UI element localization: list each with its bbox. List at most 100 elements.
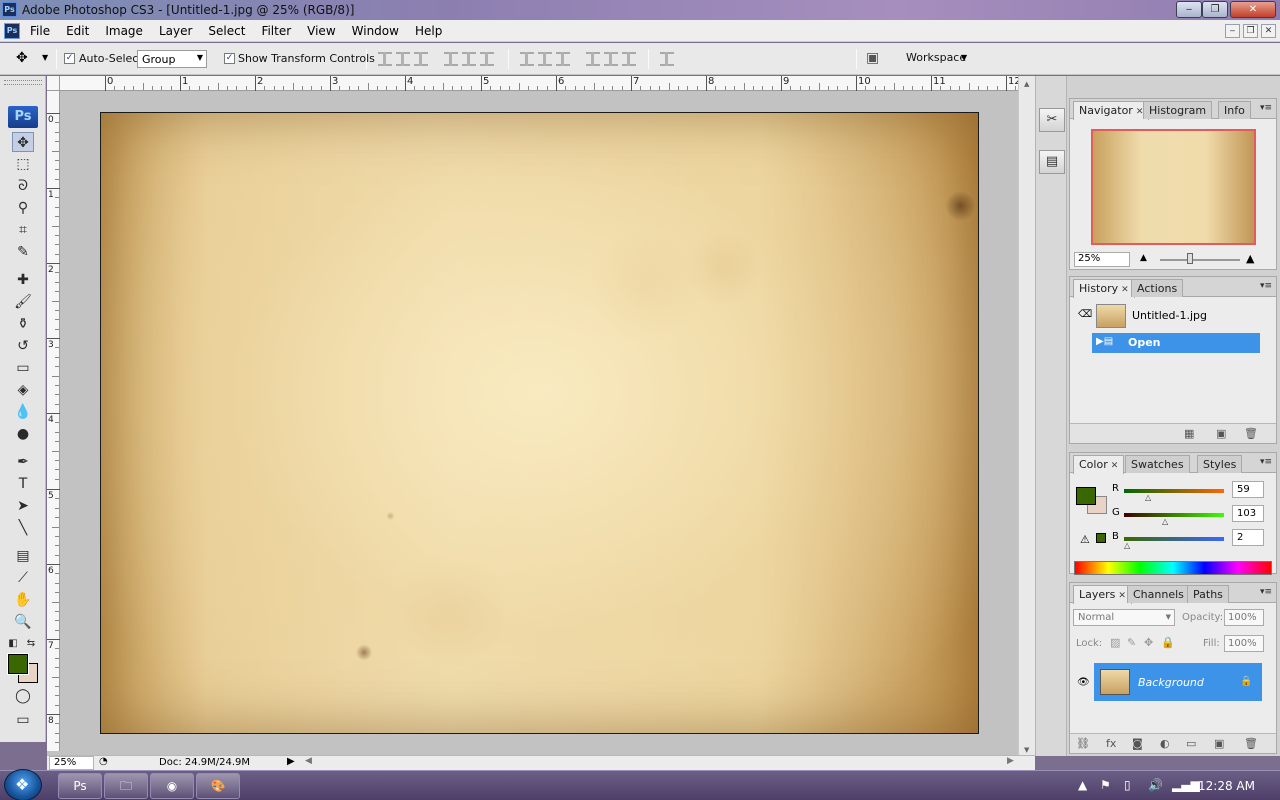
tab-navigator[interactable]: Navigator ✕	[1073, 101, 1150, 120]
tool-preset-picker[interactable]: ✥ ▼	[8, 49, 50, 69]
notes-tool-icon[interactable]: ▤	[12, 546, 34, 566]
minimize-button[interactable]: ‒	[1176, 1, 1202, 18]
slice-tool-icon[interactable]: ✎	[12, 242, 34, 262]
opacity-field[interactable]: 100%	[1224, 609, 1264, 626]
red-gradient[interactable]	[1124, 489, 1224, 493]
tab-actions[interactable]: Actions	[1131, 279, 1184, 297]
history-brush-tool-icon[interactable]: ↺	[12, 336, 34, 356]
blur-tool-icon[interactable]: 💧	[12, 402, 34, 422]
trash-icon[interactable]: 🗑	[1244, 737, 1258, 750]
tab-info[interactable]: Info	[1218, 101, 1251, 119]
status-menu-arrow[interactable]: ▶	[287, 756, 295, 767]
menu-layer[interactable]: Layer	[159, 24, 199, 38]
history-state-open[interactable]: ▶▤ Open	[1092, 333, 1260, 353]
trash-icon[interactable]: 🗑	[1244, 427, 1258, 440]
panel-menu-icon[interactable]: ▾≡	[1260, 103, 1272, 113]
navigator-zoom-field[interactable]: 25%	[1074, 252, 1130, 267]
pen-tool-icon[interactable]: ✒	[12, 452, 34, 472]
restore-button[interactable]: ❐	[1202, 1, 1228, 18]
bridge-icon[interactable]: ▣	[866, 50, 879, 66]
tab-layers[interactable]: Layers ✕	[1073, 585, 1132, 604]
brushes-panel-icon[interactable]: ▤	[1039, 150, 1065, 174]
green-value-field[interactable]: 103	[1232, 505, 1264, 522]
menu-edit[interactable]: Edit	[66, 24, 96, 38]
layer-row-background[interactable]: 👁 Background 🔒	[1072, 663, 1262, 701]
horizontal-ruler[interactable]: 0 1 2 3 4 5 6 7 8 9 10 11 12	[60, 76, 1021, 91]
align-top-icon[interactable]	[378, 52, 392, 66]
scroll-down-icon[interactable]: ▼	[1024, 746, 1029, 754]
distribute-vcenter-icon[interactable]	[538, 52, 552, 66]
distribute-hcenter-icon[interactable]	[604, 52, 618, 66]
scroll-right-icon[interactable]: ▶	[1007, 756, 1014, 766]
zoom-tool-icon[interactable]: 🔍	[12, 612, 34, 632]
menu-select[interactable]: Select	[208, 24, 252, 38]
dodge-tool-icon[interactable]: ●	[12, 424, 34, 444]
scroll-up-icon[interactable]: ▲	[1024, 80, 1029, 88]
action-center-icon[interactable]: ⚑	[1100, 778, 1111, 792]
scroll-left-icon[interactable]: ◀	[305, 756, 312, 766]
layer-style-icon[interactable]: fx	[1106, 737, 1116, 750]
align-vcenter-icon[interactable]	[396, 52, 410, 66]
eye-icon[interactable]: 👁	[1077, 677, 1090, 688]
show-hidden-icons[interactable]: ▲	[1078, 778, 1087, 792]
taskbar-explorer[interactable]: 🗀	[104, 773, 148, 799]
tab-paths[interactable]: Paths	[1187, 585, 1229, 603]
tab-channels[interactable]: Channels	[1127, 585, 1190, 603]
lock-image-icon[interactable]: ✎	[1127, 636, 1136, 649]
vertical-ruler[interactable]: 0 1 2 3 4 5 6 7 8	[47, 91, 60, 751]
new-snapshot-icon[interactable]: ▣	[1216, 427, 1226, 440]
power-icon[interactable]: ▯	[1124, 778, 1131, 792]
eyedropper-tool-icon[interactable]: ⟋	[12, 568, 34, 588]
menu-view[interactable]: View	[307, 24, 342, 38]
taskbar-photoshop[interactable]: Ps	[58, 773, 102, 799]
path-selection-tool-icon[interactable]: ➤	[12, 496, 34, 516]
lock-all-icon[interactable]: 🔒	[1161, 636, 1175, 649]
blue-value-field[interactable]: 2	[1232, 529, 1264, 546]
menu-file[interactable]: File	[30, 24, 57, 38]
green-slider[interactable]: G △ 103	[1112, 505, 1272, 527]
menu-filter[interactable]: Filter	[261, 24, 298, 38]
navigator-slider-handle[interactable]	[1187, 253, 1193, 264]
screen-mode-icon[interactable]: ▭	[12, 710, 34, 730]
zoom-out-icon[interactable]: ▲	[1140, 253, 1147, 263]
lock-position-icon[interactable]: ✥	[1144, 636, 1153, 649]
tab-color[interactable]: Color ✕	[1073, 455, 1125, 474]
photoshop-logo[interactable]: Ps	[8, 106, 38, 128]
blue-handle[interactable]: △	[1124, 541, 1130, 550]
auto-align-layers-icon[interactable]	[660, 52, 674, 66]
hand-tool-icon[interactable]: ✋	[12, 590, 34, 610]
gamut-warning-icon[interactable]: ⚠	[1080, 533, 1090, 546]
navigator-zoom-slider[interactable]	[1160, 259, 1240, 261]
auto-select-checkbox[interactable]: ✓	[64, 53, 75, 64]
document-canvas[interactable]	[100, 112, 979, 734]
close-button[interactable]: ✕	[1230, 1, 1276, 18]
align-bottom-icon[interactable]	[414, 52, 428, 66]
crop-tool-icon[interactable]: ⌗	[12, 220, 34, 240]
clock[interactable]: 12:28 AM	[1198, 779, 1255, 793]
history-brush-source-icon[interactable]: ⌫	[1078, 309, 1092, 320]
history-snapshot[interactable]: ⌫ Untitled-1.jpg	[1072, 303, 1262, 328]
menu-image[interactable]: Image	[105, 24, 150, 38]
menu-help[interactable]: Help	[415, 24, 449, 38]
align-left-icon[interactable]	[444, 52, 458, 66]
color-foreground-swatch[interactable]	[1076, 487, 1096, 505]
distribute-left-icon[interactable]	[586, 52, 600, 66]
foreground-color-swatch[interactable]	[7, 653, 29, 675]
network-icon[interactable]: ▂▄▆	[1172, 778, 1200, 792]
auto-select-dropdown[interactable]: Group ▼	[137, 50, 207, 68]
type-tool-icon[interactable]: T	[12, 474, 34, 494]
paint-bucket-tool-icon[interactable]: ◈	[12, 380, 34, 400]
new-group-icon[interactable]: ▭	[1186, 737, 1196, 750]
tab-histogram[interactable]: Histogram	[1143, 101, 1213, 119]
tool-presets-icon[interactable]: ✂	[1039, 108, 1065, 132]
magic-wand-tool-icon[interactable]: ⚲	[12, 198, 34, 218]
close-icon[interactable]: ✕	[1111, 461, 1119, 471]
blue-gradient[interactable]	[1124, 537, 1224, 541]
show-transform-checkbox[interactable]: ✓	[224, 53, 235, 64]
new-document-from-state-icon[interactable]: ▦	[1184, 427, 1194, 440]
doc-minimize-button[interactable]: ‒	[1225, 24, 1240, 38]
close-icon[interactable]: ✕	[1118, 591, 1126, 601]
green-handle[interactable]: △	[1162, 517, 1168, 526]
default-colors-icon[interactable]: ◧	[6, 634, 20, 654]
align-right-icon[interactable]	[480, 52, 494, 66]
